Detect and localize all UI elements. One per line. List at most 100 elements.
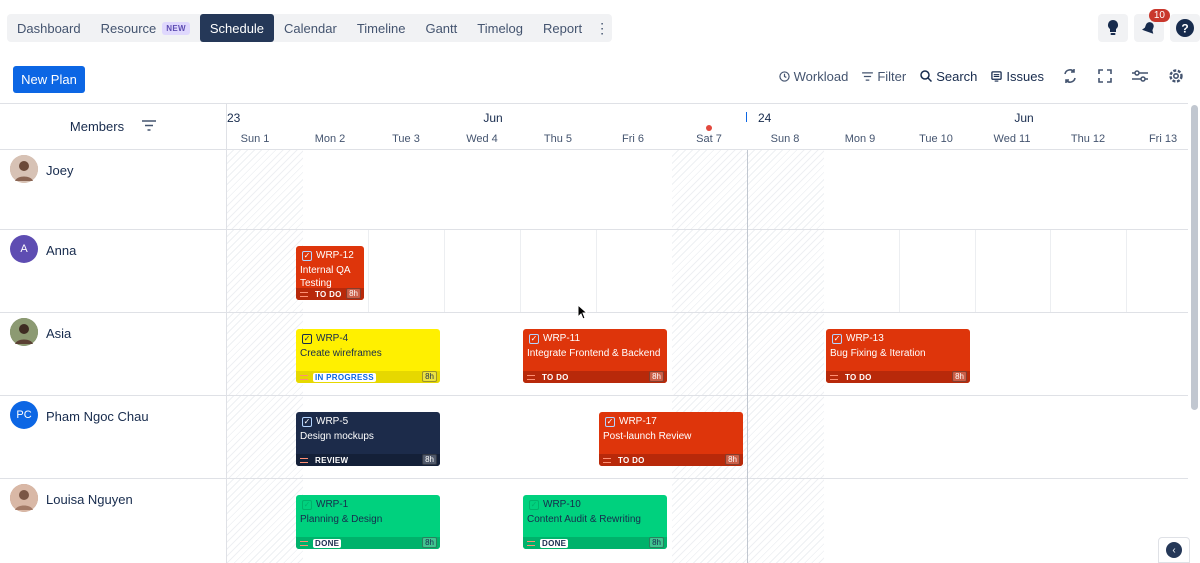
search-icon — [920, 70, 933, 82]
week-number: 23 — [227, 111, 241, 125]
task-status: REVIEW — [315, 455, 349, 465]
filter-button[interactable]: Filter — [862, 69, 906, 84]
task-status: TO DO — [315, 289, 342, 299]
issues-button[interactable]: Issues — [991, 69, 1044, 84]
member-cell: PC Pham Ngoc Chau — [0, 396, 227, 478]
task-hours: 8h — [422, 454, 437, 465]
weekend-shade — [227, 230, 303, 312]
task-key: WRP-17 — [619, 416, 657, 427]
task-key: WRP-4 — [316, 333, 349, 344]
day-header: Mon 2 — [314, 133, 346, 145]
task-key: WRP-13 — [846, 333, 884, 344]
member-cell: Asia — [0, 313, 227, 395]
issues-label: Issues — [1006, 68, 1044, 84]
tab-report[interactable]: Report — [533, 14, 592, 42]
priority-icon — [603, 457, 611, 463]
task-card[interactable]: ✓ WRP-13 Bug Fixing & Iteration TO DO 8h — [826, 329, 970, 383]
tab-calendar[interactable]: Calendar — [274, 14, 347, 42]
new-badge: NEW — [162, 21, 190, 35]
tab-label: Report — [543, 20, 583, 36]
task-status: DONE — [313, 538, 342, 548]
member-name: Joey — [46, 163, 74, 178]
task-title: Integrate Frontend & Backend — [527, 348, 661, 359]
weekend-shade — [672, 230, 748, 312]
month-label: Jun — [483, 111, 503, 125]
priority-icon — [830, 374, 838, 380]
lightbulb-icon[interactable] — [1098, 14, 1128, 42]
task-card[interactable]: ✓ WRP-10 Content Audit & Rewriting DONE 8… — [523, 495, 667, 549]
priority-icon — [527, 540, 535, 546]
search-button[interactable]: Search — [920, 69, 977, 84]
task-card[interactable]: ✓ WRP-4 Create wireframes IN PROGRESS 8h — [296, 329, 440, 383]
task-title: Content Audit & Rewriting — [527, 514, 641, 525]
mouse-cursor-icon — [577, 304, 589, 320]
tab-dashboard[interactable]: Dashboard — [7, 14, 91, 42]
week-separator — [747, 150, 748, 563]
task-type-icon: ✓ — [302, 333, 312, 344]
task-title: Design mockups — [300, 431, 374, 442]
task-status: IN PROGRESS — [313, 372, 376, 382]
weekend-shade — [227, 150, 303, 229]
priority-icon — [300, 457, 308, 463]
day-header: Sun 1 — [240, 133, 270, 145]
help-icon[interactable]: ? — [1170, 14, 1200, 42]
member-row: PC Pham Ngoc Chau ✓ WRP-5 Design mockups … — [0, 396, 1188, 479]
task-card[interactable]: ✓ WRP-11 Integrate Frontend & Backend TO … — [523, 329, 667, 383]
day-header: Fri 6 — [622, 133, 644, 145]
day-header: Thu 12 — [1070, 133, 1106, 145]
vertical-scrollbar[interactable] — [1191, 105, 1198, 410]
member-row: Asia ✓ WRP-4 Create wireframes IN PROGRES… — [0, 313, 1188, 396]
filter-label: Filter — [877, 68, 907, 84]
fullscreen-icon[interactable] — [1098, 69, 1112, 83]
tab-gantt[interactable]: Gantt — [415, 14, 467, 42]
workload-label: Workload — [793, 68, 849, 84]
tab-schedule[interactable]: Schedule — [199, 14, 275, 42]
task-title: Post-launch Review — [603, 431, 692, 442]
tab-resource[interactable]: Resource NEW — [91, 14, 200, 42]
week-number: 24 — [758, 111, 772, 125]
workload-button[interactable]: Workload — [778, 68, 849, 84]
tab-label: Calendar — [284, 20, 337, 36]
day-header: Sat 7 — [696, 133, 722, 145]
today-indicator — [706, 125, 712, 131]
task-hours: 8h — [649, 537, 664, 548]
bell-icon[interactable]: 10 — [1134, 9, 1170, 42]
member-cell: Joey — [0, 150, 227, 229]
tab-timeline[interactable]: Timeline — [347, 14, 416, 42]
sliders-icon[interactable] — [1132, 69, 1148, 83]
avatar — [10, 155, 38, 183]
avatar — [10, 318, 38, 346]
refresh-icon[interactable] — [1062, 68, 1078, 84]
task-card[interactable]: ✓ WRP-1 Planning & Design DONE 8h — [296, 495, 440, 549]
task-card[interactable]: ✓ WRP-12 Internal QA Testing TO DO 8h — [296, 246, 364, 300]
task-title: Bug Fixing & Iteration — [830, 348, 926, 359]
tab-label: Timelog — [477, 20, 524, 36]
task-title: Internal QA Testing — [300, 265, 351, 289]
avatar: A — [10, 235, 38, 263]
task-key: WRP-12 — [316, 250, 354, 261]
task-hours: 8h — [346, 288, 361, 299]
priority-icon — [300, 374, 308, 380]
task-type-icon: ✓ — [605, 416, 615, 427]
task-hours: 8h — [649, 371, 664, 382]
tab-label: Resource — [100, 20, 157, 36]
day-gridline — [1050, 230, 1051, 312]
task-card[interactable]: ✓ WRP-5 Design mockups REVIEW 8h — [296, 412, 440, 466]
new-plan-button[interactable]: New Plan — [13, 66, 85, 93]
member-name: Asia — [46, 326, 72, 341]
day-header: Mon 9 — [844, 133, 876, 145]
task-hours: 8h — [725, 454, 740, 465]
weekend-shade — [672, 150, 748, 229]
tab-timelog[interactable]: Timelog — [467, 14, 533, 42]
gear-icon[interactable] — [1168, 68, 1184, 84]
member-name: Pham Ngoc Chau — [46, 409, 149, 424]
weekend-shade — [672, 313, 748, 395]
task-key: WRP-11 — [543, 333, 581, 344]
task-card[interactable]: ✓ WRP-17 Post-launch Review TO DO 8h — [599, 412, 743, 466]
weekend-shade — [748, 313, 824, 395]
member-row: Joey — [0, 150, 1188, 230]
collapse-panel-button[interactable]: ‹ — [1158, 537, 1190, 563]
day-header: Sun 8 — [770, 133, 800, 145]
sort-filter-icon[interactable] — [142, 119, 157, 134]
vertical-ellipsis-icon[interactable]: ⋮ — [592, 14, 612, 42]
